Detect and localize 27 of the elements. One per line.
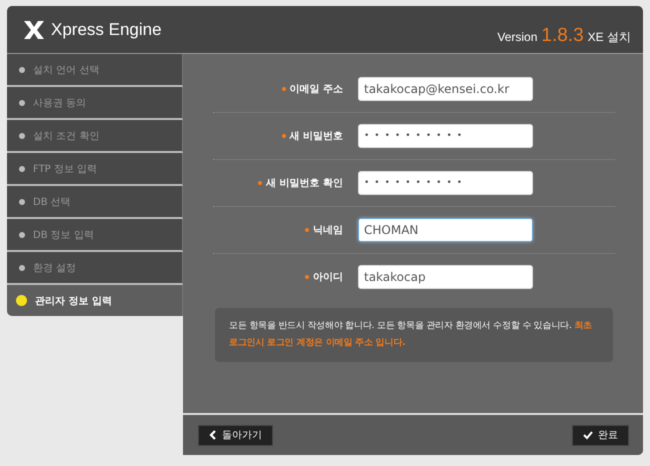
check-icon [583, 430, 593, 440]
input-field[interactable]: •••••••••• [358, 171, 533, 195]
version-number: 1.8.3 [541, 25, 584, 47]
field-label: 닉네임 [213, 223, 343, 237]
version-label: Version [497, 30, 538, 44]
field-label: 새 비밀번호 [213, 129, 343, 143]
done-button[interactable]: 완료 [572, 424, 629, 446]
step-item[interactable]: 관리자 정보 입력 [7, 285, 183, 316]
input-field[interactable]: takakocap [358, 265, 533, 289]
input-field[interactable]: •••••••••• [358, 124, 533, 148]
required-icon [305, 228, 309, 232]
required-icon [282, 87, 286, 92]
required-icon [258, 181, 262, 186]
step-item[interactable]: 설치 조건 확인 [7, 120, 183, 153]
required-icon [305, 275, 309, 280]
back-button[interactable]: 돌아가기 [198, 424, 273, 446]
field-label: 아이디 [213, 270, 343, 284]
chevron-left-icon [209, 430, 217, 440]
input-field[interactable]: takakocap@kensei.co.kr [358, 77, 533, 101]
notice-text: 모든 항목을 반드시 작성해야 합니다. 모든 항목을 관리자 환경에서 수정할 수 있습니다. 최초 로그인시 로그인 계정은 이메일 주소 입니다. [215, 308, 613, 362]
field-label: 이메일 주소 [213, 82, 343, 96]
step-item[interactable]: 환경 설정 [7, 252, 183, 285]
required-icon [282, 134, 286, 138]
logo-text: Xpress Engine [51, 20, 162, 40]
field-label: 새 비밀번호 확인 [213, 176, 343, 190]
input-field[interactable]: CHOMAN [358, 218, 533, 242]
install-label: XE 설치 [588, 29, 631, 46]
